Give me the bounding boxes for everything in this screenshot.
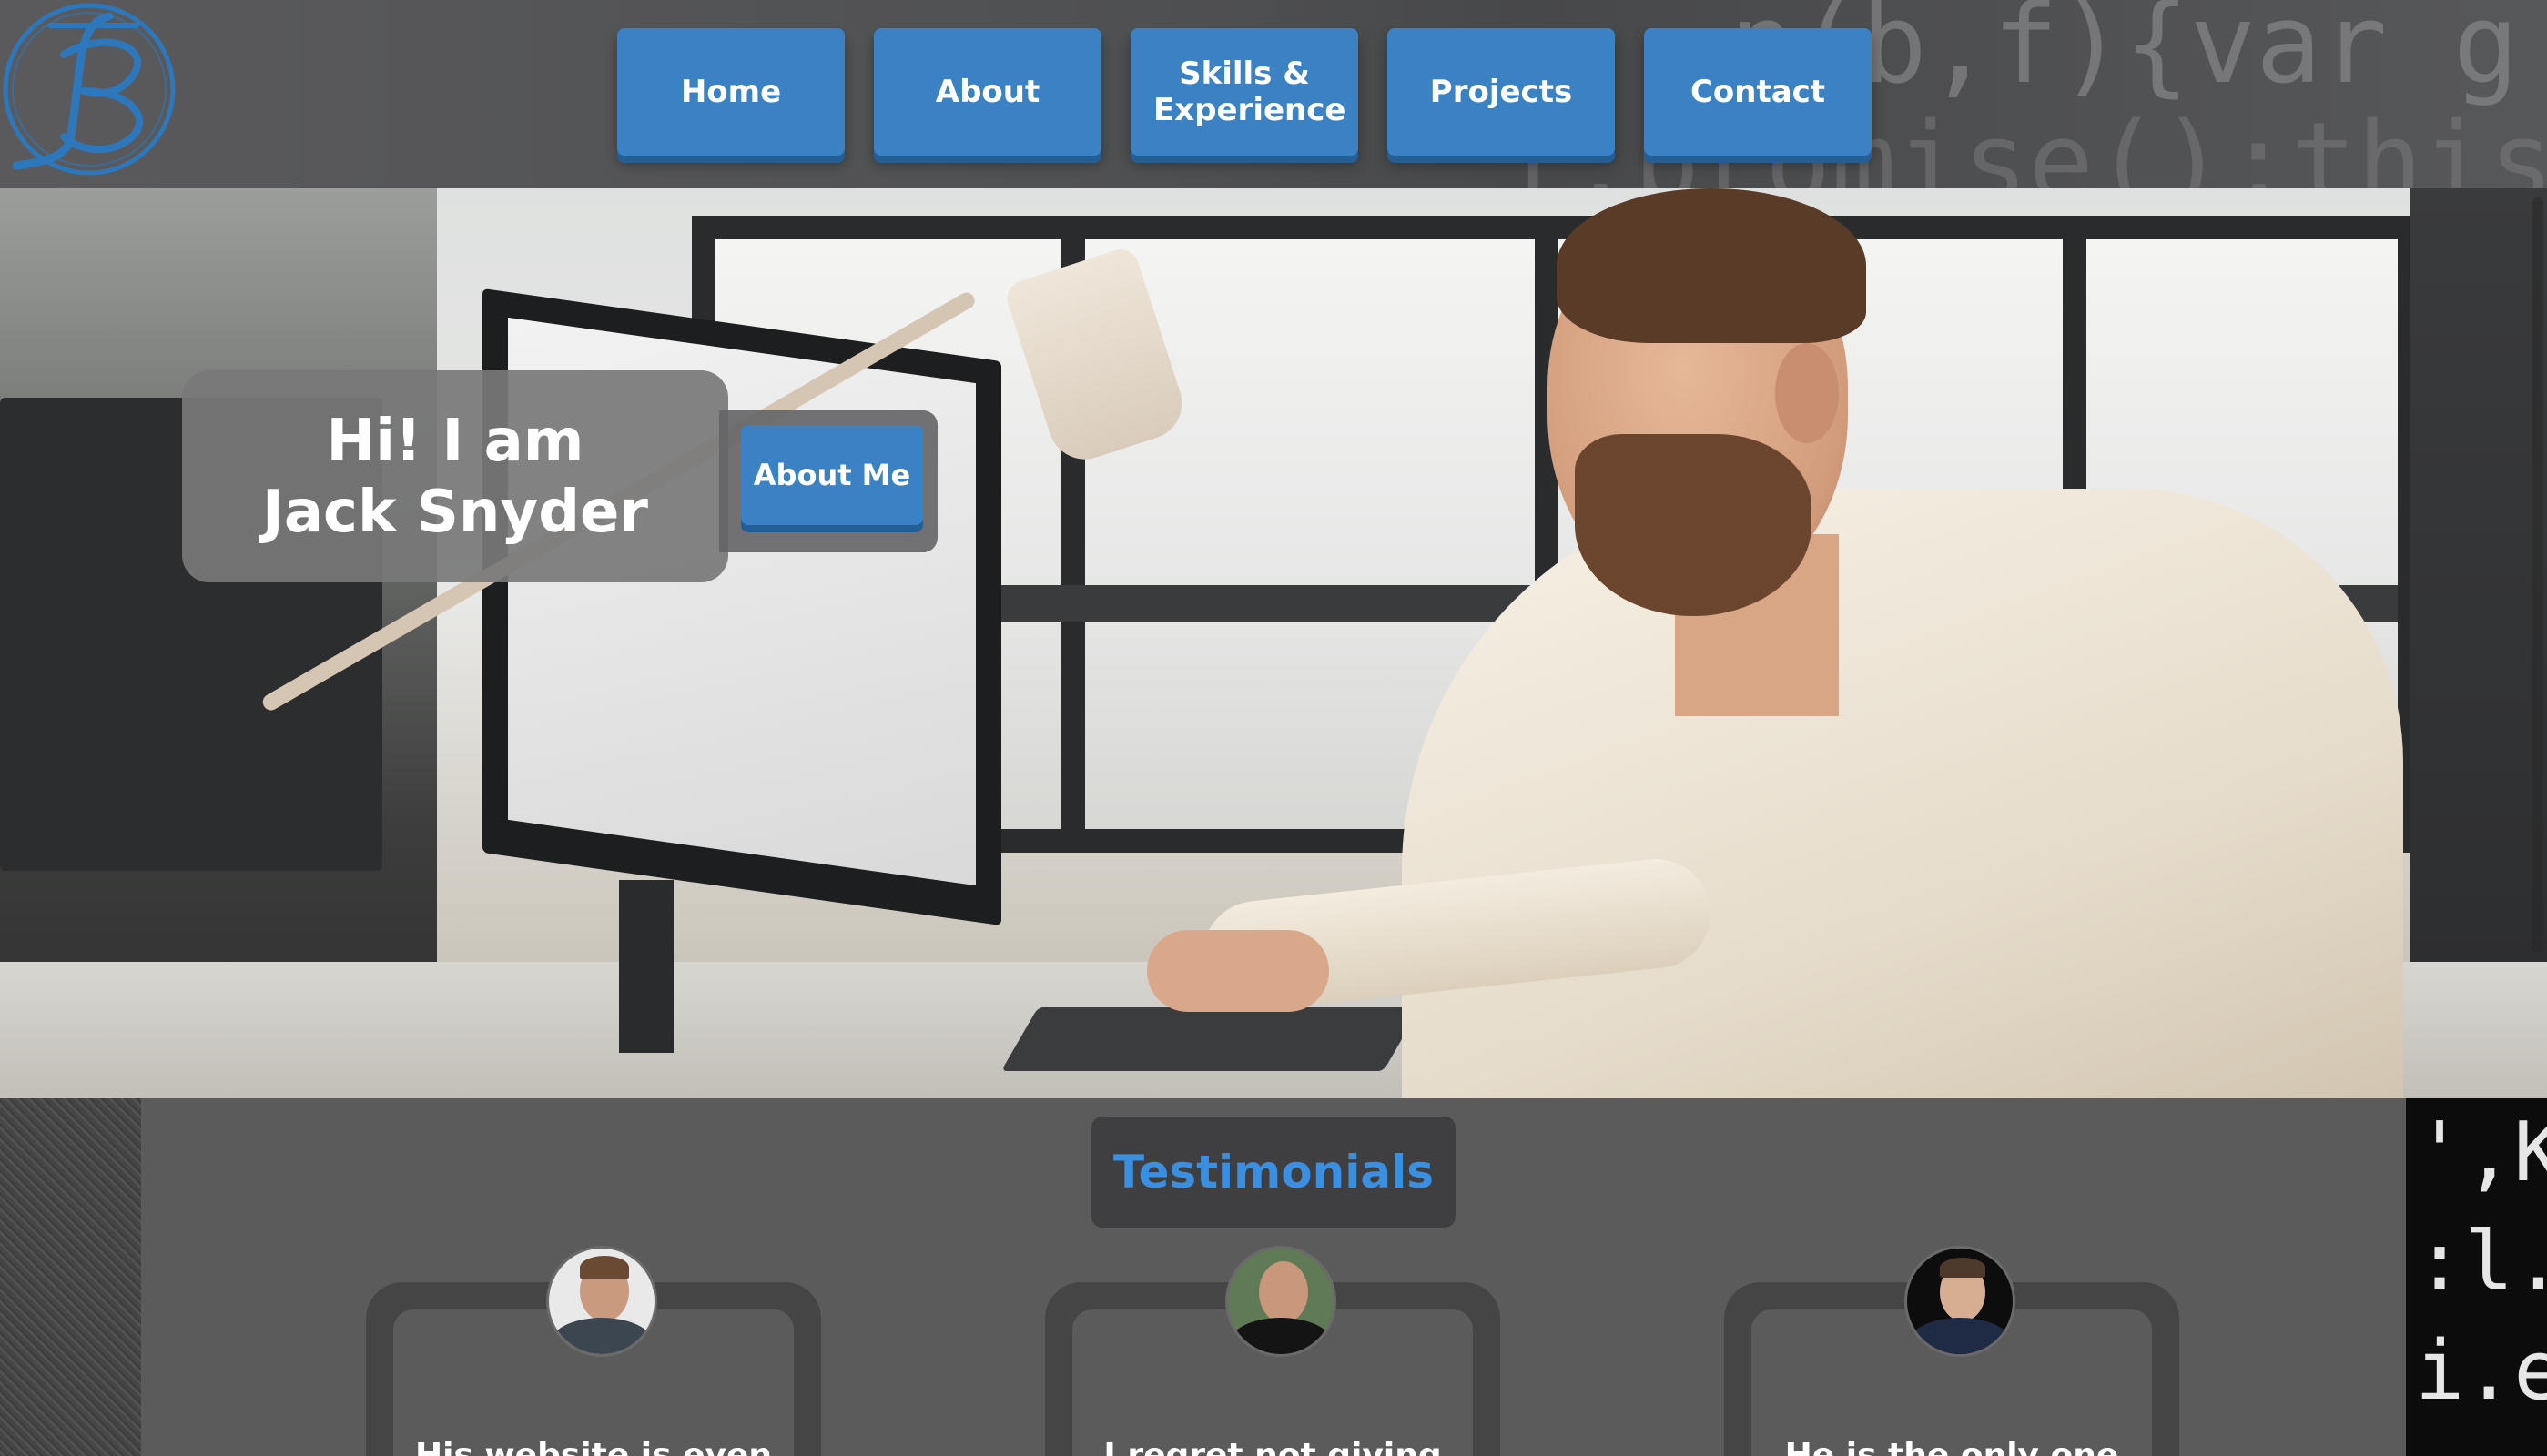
intro-line-2: Jack Snyder xyxy=(262,478,648,546)
nav-skills-button[interactable]: Skills & Experience xyxy=(1131,28,1358,156)
person-hair xyxy=(1557,188,1866,343)
avatar-face xyxy=(1259,1261,1308,1323)
testimonial-quote: I regret not giving xyxy=(1103,1437,1442,1456)
side-code-line-3: i.e. xyxy=(2415,1323,2547,1419)
monitor-stand xyxy=(619,880,674,1053)
hero-section: Hi! I am Jack Snyder About Me xyxy=(0,188,2547,1098)
testimonials-title: Testimonials xyxy=(1112,1146,1434,1198)
side-code-line-2: :l. xyxy=(2415,1214,2547,1309)
testimonial-quote: He is the only one xyxy=(1784,1437,2119,1456)
nav-about-button[interactable]: About xyxy=(874,28,1101,156)
testimonial-avatar xyxy=(1225,1246,1336,1357)
main-nav: Home About Skills & Experience Projects … xyxy=(617,28,1872,156)
nav-skills-label: Skills & Experience xyxy=(1153,56,1346,128)
testimonial-avatar xyxy=(1904,1246,2015,1357)
nav-projects-button[interactable]: Projects xyxy=(1387,28,1615,156)
avatar-suit xyxy=(1907,1318,2013,1354)
avatar-hair xyxy=(580,1256,629,1279)
intro-box: Hi! I am Jack Snyder xyxy=(182,370,728,582)
testimonial-quote: His website is even xyxy=(414,1437,773,1456)
testimonials-title-box: Testimonials xyxy=(1091,1117,1456,1228)
person-ear xyxy=(1775,343,1839,443)
bottom-left-texture xyxy=(0,1098,141,1456)
intro-heading: Hi! I am Jack Snyder xyxy=(262,406,648,548)
about-me-button[interactable]: About Me xyxy=(741,425,923,525)
person-beard xyxy=(1575,434,1811,616)
bottom-right-code: ',K :l. i.e. xyxy=(2406,1098,2547,1456)
side-code-line-1: ',K xyxy=(2415,1105,2547,1200)
hero-scrollbar[interactable] xyxy=(2532,197,2543,953)
js-logo-icon[interactable] xyxy=(0,0,182,182)
keyboard xyxy=(1000,1007,1421,1071)
site-header: n(b,f){var g f.promise();this.e Home Abo… xyxy=(0,0,2547,188)
nav-home-button[interactable]: Home xyxy=(617,28,845,156)
intro-line-1: Hi! I am xyxy=(326,407,584,475)
person-shirt xyxy=(1402,489,2403,1098)
nav-contact-button[interactable]: Contact xyxy=(1644,28,1872,156)
testimonial-avatar xyxy=(546,1246,657,1357)
avatar-hair xyxy=(1940,1258,1985,1278)
person-hand xyxy=(1147,930,1329,1012)
avatar-suit xyxy=(1228,1318,1334,1354)
avatar-suit xyxy=(549,1318,655,1354)
